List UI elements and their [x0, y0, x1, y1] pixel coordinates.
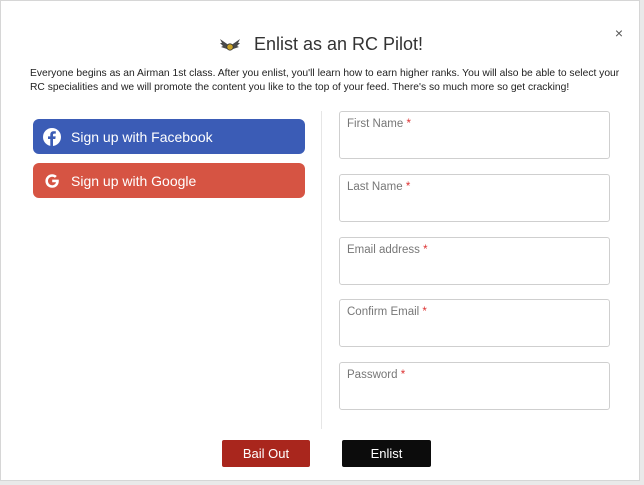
google-signup-button[interactable]: Sign up with Google	[33, 163, 305, 198]
signup-modal: × Enlist as an RC Pilot! Everyone begins…	[0, 0, 640, 481]
password-label: Password	[347, 369, 398, 381]
google-signup-label: Sign up with Google	[71, 172, 197, 189]
google-icon	[42, 171, 62, 191]
confirm-email-label: Confirm Email	[347, 306, 420, 318]
enlist-button[interactable]: Enlist	[342, 440, 431, 467]
modal-title: Enlist as an RC Pilot!	[253, 34, 424, 54]
facebook-icon	[42, 127, 62, 147]
password-input[interactable]	[346, 387, 606, 407]
facebook-signup-label: Sign up with Facebook	[71, 128, 213, 145]
email-field[interactable]: Email address *	[339, 237, 610, 285]
last-name-input[interactable]	[346, 199, 606, 219]
required-marker: *	[405, 181, 411, 193]
required-marker: *	[400, 369, 406, 381]
last-name-field[interactable]: Last Name *	[339, 174, 610, 222]
password-field[interactable]: Password *	[339, 362, 610, 410]
required-marker: *	[406, 118, 411, 130]
facebook-signup-button[interactable]: Sign up with Facebook	[33, 119, 305, 154]
bail-out-button[interactable]: Bail Out	[222, 440, 310, 467]
confirm-email-field[interactable]: Confirm Email *	[339, 299, 610, 347]
intro-text: Everyone begins as an Airman 1st class. …	[30, 68, 620, 93]
column-divider	[321, 111, 322, 429]
first-name-label: First Name	[347, 118, 404, 130]
required-marker: *	[422, 306, 427, 318]
first-name-field[interactable]: First Name *	[339, 111, 610, 159]
email-input[interactable]	[346, 262, 606, 282]
pilot-wings-icon	[219, 37, 241, 58]
required-marker: *	[423, 244, 428, 256]
modal-header: Enlist as an RC Pilot!	[1, 34, 641, 58]
confirm-email-input[interactable]	[346, 324, 606, 344]
last-name-label: Last Name	[347, 181, 403, 193]
email-label: Email address	[347, 244, 420, 256]
first-name-input[interactable]	[346, 136, 606, 156]
